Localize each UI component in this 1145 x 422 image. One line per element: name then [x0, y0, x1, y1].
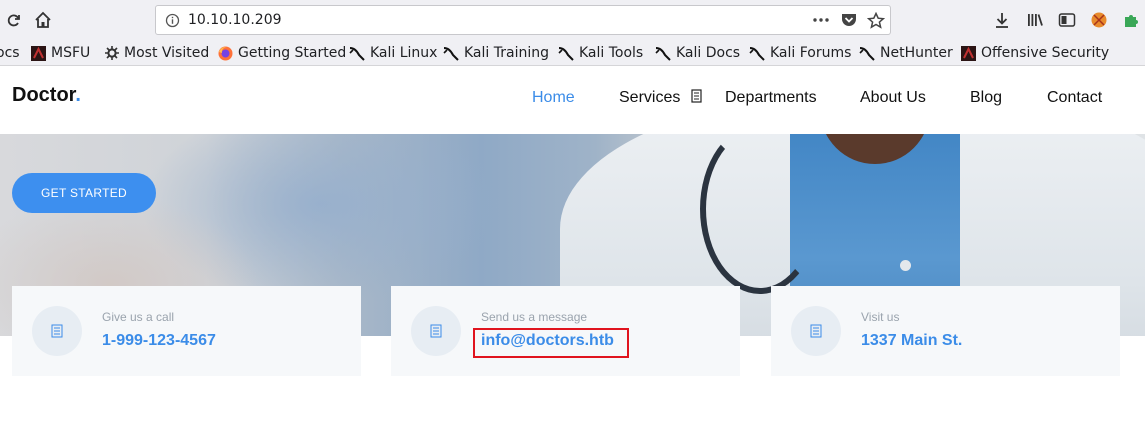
bookmark-label: ocs — [0, 45, 20, 61]
bookmark-offensive-security[interactable]: Offensive Security — [961, 43, 1109, 63]
brand-text: Doctor — [12, 84, 76, 106]
star-icon[interactable] — [866, 11, 886, 33]
site-header: Doctor. Home Services Departments About … — [0, 67, 1145, 134]
bookmark-msfu[interactable]: MSFU — [31, 43, 90, 63]
brand-logo[interactable]: Doctor. — [12, 84, 81, 107]
bookmark-label: MSFU — [51, 45, 91, 61]
offsec-icon — [961, 45, 976, 61]
get-started-button[interactable]: GET STARTED — [12, 173, 156, 213]
bookmark-label: Kali Linux — [370, 45, 438, 61]
card-message-label: Send us a message — [481, 310, 588, 324]
reload-icon[interactable] — [4, 10, 24, 30]
kali-icon — [443, 46, 459, 61]
bookmark-getting-started[interactable]: Getting Started — [218, 43, 346, 63]
bookmark-kali-forums[interactable]: Kali Forums — [749, 43, 851, 63]
bookmark-kali-tools[interactable]: Kali Tools — [558, 43, 643, 63]
offsec-icon — [31, 45, 46, 61]
card-call-label: Give us a call — [102, 310, 175, 324]
url-text: 10.10.10.209 — [188, 12, 282, 28]
nav-contact[interactable]: Contact — [1047, 89, 1102, 107]
bookmark-label: Kali Docs — [676, 45, 741, 61]
info-icon[interactable] — [165, 13, 180, 32]
home-icon[interactable] — [33, 10, 53, 30]
bookmarks-bar: ocs MSFU Most Visited Getting Started Ka… — [0, 40, 1145, 66]
nav-home[interactable]: Home — [532, 89, 575, 107]
bookmark-nethunter[interactable]: NetHunter — [859, 43, 953, 63]
bookmark-label: Kali Forums — [770, 45, 852, 61]
bookmark-kali-training[interactable]: Kali Training — [443, 43, 549, 63]
bookmark-kali-linux[interactable]: Kali Linux — [349, 43, 437, 63]
street-address[interactable]: 1337 Main St. — [861, 332, 962, 350]
bookmark-label: Getting Started — [238, 45, 347, 61]
download-icon[interactable] — [992, 10, 1012, 30]
bookmark-kali-docs[interactable]: Kali Docs — [655, 43, 740, 63]
firefox-icon — [218, 46, 233, 60]
bookmark-docs[interactable]: ocs — [0, 43, 20, 63]
highlight-box — [473, 328, 629, 358]
bookmark-label: Offensive Security — [981, 45, 1110, 61]
browser-toolbar: 10.10.10.209 — [0, 0, 1145, 40]
nav-services[interactable]: Services — [619, 89, 702, 107]
library-icon[interactable] — [1025, 10, 1045, 30]
brand-dot: . — [75, 84, 81, 106]
kali-icon — [349, 46, 365, 61]
address-bar[interactable]: 10.10.10.209 — [155, 5, 891, 35]
nav-departments[interactable]: Departments — [725, 89, 817, 107]
gear-icon — [105, 46, 119, 60]
kali-icon — [655, 46, 671, 61]
phone-icon — [32, 306, 82, 356]
pocket-icon[interactable] — [840, 12, 858, 32]
card-visit: Visit us 1337 Main St. — [771, 286, 1120, 376]
extension-icon[interactable] — [1089, 10, 1109, 30]
sidebar-icon[interactable] — [1057, 10, 1077, 30]
nav-services-label: Services — [619, 89, 681, 106]
nav-blog[interactable]: Blog — [970, 89, 1002, 107]
kali-icon — [859, 46, 875, 61]
building-icon — [691, 89, 702, 103]
bookmark-most-visited[interactable]: Most Visited — [105, 43, 209, 63]
location-icon — [791, 306, 841, 356]
puzzle-icon[interactable] — [1121, 10, 1141, 30]
kali-icon — [749, 46, 765, 61]
bookmark-label: Kali Tools — [579, 45, 644, 61]
phone-number[interactable]: 1-999-123-4567 — [102, 332, 216, 350]
bookmark-label: Kali Training — [464, 45, 549, 61]
mail-icon — [411, 306, 461, 356]
card-visit-label: Visit us — [861, 310, 900, 324]
bookmark-label: Most Visited — [124, 45, 210, 61]
nav-about[interactable]: About Us — [860, 89, 926, 107]
kali-icon — [558, 46, 574, 61]
bookmark-label: NetHunter — [880, 45, 953, 61]
card-call: Give us a call 1-999-123-4567 — [12, 286, 361, 376]
more-icon[interactable] — [812, 12, 830, 32]
